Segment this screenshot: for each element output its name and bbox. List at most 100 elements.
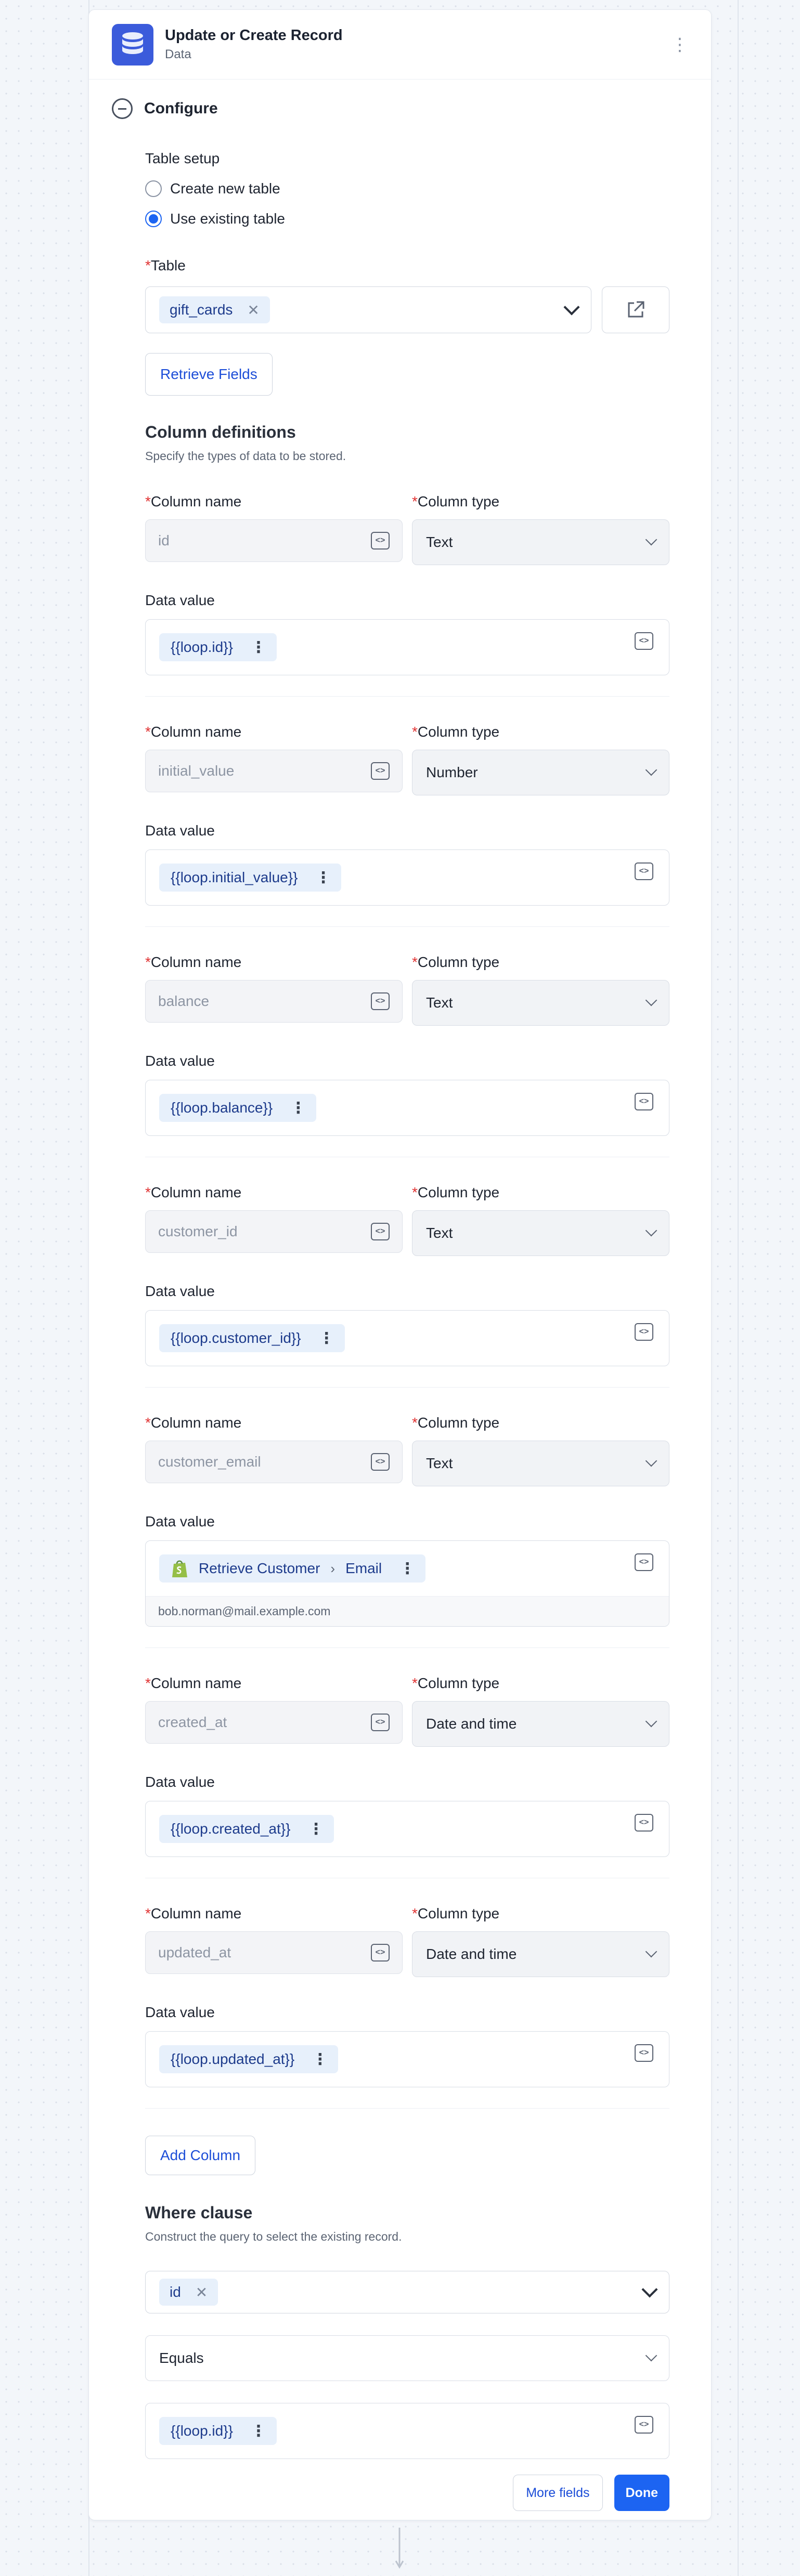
- column-definition: *Column name id <> *Column type Text Dat…: [145, 493, 669, 697]
- data-value-field[interactable]: {{loop.created_at}} ⋮ <>: [145, 1801, 669, 1857]
- code-toggle-icon[interactable]: <>: [371, 1944, 390, 1962]
- chip-menu-icon[interactable]: ⋮: [251, 2422, 266, 2440]
- variable-chip[interactable]: {{loop.id}} ⋮: [159, 633, 277, 661]
- data-value-field[interactable]: {{loop.balance}} ⋮ <>: [145, 1080, 669, 1136]
- where-clause-title: Where clause: [145, 2203, 253, 2222]
- variable-chip[interactable]: {{loop.customer_id}} ⋮: [159, 1324, 345, 1352]
- code-toggle-icon[interactable]: <>: [635, 862, 653, 880]
- code-toggle-icon[interactable]: <>: [371, 762, 390, 780]
- chevron-down-icon: [645, 1945, 657, 1958]
- database-icon: [112, 23, 153, 66]
- flow-arrow-down-icon: [395, 2528, 404, 2569]
- column-type-label: *Column type: [412, 1905, 500, 1921]
- chip-menu-icon[interactable]: ⋮: [315, 869, 331, 887]
- add-column-button[interactable]: Add Column: [145, 2136, 256, 2175]
- remove-chip-icon[interactable]: ✕: [196, 2284, 208, 2301]
- column-type-value: Text: [426, 534, 453, 550]
- code-toggle-icon[interactable]: <>: [371, 1453, 390, 1471]
- more-options-icon[interactable]: ⋮: [669, 34, 690, 55]
- chevron-down-icon: [563, 299, 580, 316]
- column-name-input[interactable]: id <>: [145, 519, 403, 562]
- column-name-input[interactable]: updated_at <>: [145, 1931, 403, 1974]
- column-name-input[interactable]: created_at <>: [145, 1701, 403, 1744]
- where-field-select[interactable]: id ✕: [145, 2271, 669, 2313]
- column-name-input[interactable]: customer_id <>: [145, 1210, 403, 1253]
- chip-menu-icon[interactable]: ⋮: [319, 1329, 334, 1348]
- column-definition: *Column name customer_id <> *Column type…: [145, 1184, 669, 1388]
- chip-menu-icon[interactable]: ⋮: [290, 1099, 306, 1117]
- column-type-select[interactable]: Number: [412, 750, 669, 795]
- column-type-select[interactable]: Text: [412, 1210, 669, 1256]
- variable-chip[interactable]: {{loop.balance}} ⋮: [159, 1094, 317, 1122]
- variable-chip[interactable]: Retrieve Customer › Email ⋮: [159, 1554, 426, 1583]
- variable-chip[interactable]: {{loop.created_at}} ⋮: [159, 1815, 334, 1843]
- more-fields-button[interactable]: More fields: [513, 2475, 603, 2511]
- variable-chip-label: {{loop.id}}: [171, 639, 233, 655]
- variable-chip[interactable]: {{loop.updated_at}} ⋮: [159, 2045, 339, 2073]
- column-type-select[interactable]: Text: [412, 1441, 669, 1486]
- configure-section-toggle[interactable]: Configure: [89, 80, 711, 138]
- radio-button: [145, 180, 162, 197]
- column-type-select[interactable]: Date and time: [412, 1701, 669, 1747]
- data-value-field[interactable]: {{loop.id}} ⋮ <>: [145, 619, 669, 675]
- column-name-input[interactable]: initial_value <>: [145, 750, 403, 792]
- chevron-down-icon: [645, 1455, 657, 1467]
- variable-chip-label: {{loop.balance}}: [171, 1100, 273, 1116]
- data-value-field[interactable]: {{loop.customer_id}} ⋮ <>: [145, 1310, 669, 1366]
- column-type-value: Text: [426, 1455, 453, 1471]
- code-toggle-icon[interactable]: <>: [635, 1323, 653, 1341]
- retrieve-fields-button[interactable]: Retrieve Fields: [145, 353, 273, 396]
- data-value-label: Data value: [145, 1774, 215, 1790]
- code-toggle-icon[interactable]: <>: [635, 1814, 653, 1832]
- data-value-field[interactable]: {{loop.updated_at}} ⋮ <>: [145, 2031, 669, 2087]
- radio-use-existing-table[interactable]: Use existing table: [145, 211, 669, 227]
- chip-menu-icon[interactable]: ⋮: [251, 638, 266, 657]
- open-table-button[interactable]: [602, 286, 669, 333]
- step-header[interactable]: Update or Create Record Data ⋮: [89, 10, 711, 80]
- table-select[interactable]: gift_cards ✕: [145, 286, 591, 333]
- column-type-select[interactable]: Text: [412, 980, 669, 1026]
- code-toggle-icon[interactable]: <>: [635, 2416, 653, 2434]
- chip-menu-icon[interactable]: ⋮: [399, 1560, 415, 1578]
- code-toggle-icon[interactable]: <>: [371, 1223, 390, 1240]
- column-name-value: customer_email: [158, 1454, 261, 1470]
- column-type-select[interactable]: Text: [412, 519, 669, 565]
- variable-chip[interactable]: {{loop.id}} ⋮: [159, 2417, 277, 2445]
- code-toggle-icon[interactable]: <>: [371, 1714, 390, 1731]
- data-value-label: Data value: [145, 822, 215, 839]
- radio-create-new-table[interactable]: Create new table: [145, 180, 669, 197]
- column-type-label: *Column type: [412, 724, 500, 740]
- data-value-field[interactable]: Retrieve Customer › Email ⋮ bob.norman@m…: [145, 1540, 669, 1627]
- code-toggle-icon[interactable]: <>: [635, 1093, 653, 1110]
- chevron-down-icon: [645, 2349, 657, 2362]
- crumb-source: Retrieve Customer: [199, 1560, 320, 1576]
- column-type-select[interactable]: Date and time: [412, 1931, 669, 1977]
- column-type-value: Text: [426, 995, 453, 1011]
- column-name-input[interactable]: customer_email <>: [145, 1441, 403, 1483]
- code-toggle-icon[interactable]: <>: [635, 632, 653, 650]
- column-name-label: *Column name: [145, 1675, 242, 1691]
- code-toggle-icon[interactable]: <>: [371, 532, 390, 550]
- variable-chip[interactable]: {{loop.initial_value}} ⋮: [159, 864, 342, 892]
- column-divider: [145, 2108, 669, 2109]
- chevron-down-icon: [645, 1715, 657, 1728]
- column-type-label: *Column type: [412, 1184, 500, 1200]
- column-type-label: *Column type: [412, 493, 500, 509]
- column-definitions-title: Column definitions: [145, 423, 296, 441]
- remove-chip-icon[interactable]: ✕: [247, 302, 259, 319]
- code-toggle-icon[interactable]: <>: [635, 1553, 653, 1571]
- where-value-field[interactable]: {{loop.id}} ⋮ <>: [145, 2403, 669, 2459]
- where-operator-select[interactable]: Equals: [145, 2335, 669, 2381]
- where-field-chip-label: id: [170, 2284, 181, 2300]
- code-toggle-icon[interactable]: <>: [635, 2044, 653, 2062]
- code-toggle-icon[interactable]: <>: [371, 992, 390, 1010]
- collapse-icon: [112, 98, 133, 119]
- chip-menu-icon[interactable]: ⋮: [308, 1820, 324, 1838]
- data-value-label: Data value: [145, 2004, 215, 2020]
- chevron-down-icon: [645, 533, 657, 546]
- column-type-label: *Column type: [412, 1415, 500, 1431]
- data-value-field[interactable]: {{loop.initial_value}} ⋮ <>: [145, 849, 669, 906]
- done-button[interactable]: Done: [614, 2475, 669, 2511]
- column-name-input[interactable]: balance <>: [145, 980, 403, 1023]
- chip-menu-icon[interactable]: ⋮: [312, 2050, 328, 2069]
